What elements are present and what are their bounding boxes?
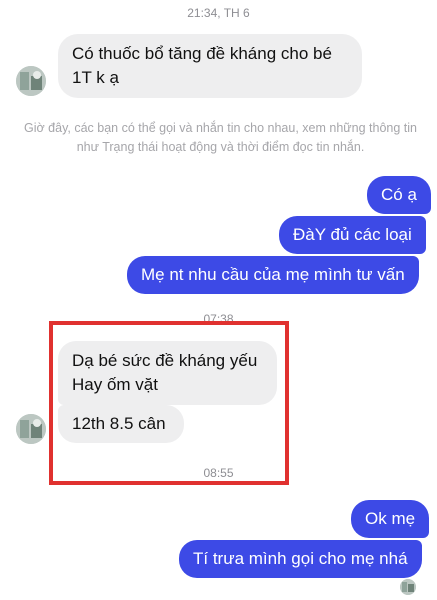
avatar-photo-icon <box>16 414 46 444</box>
outgoing-message[interactable]: Mẹ nt nhu cầu của mẹ mình tư vấn <box>127 256 419 294</box>
outgoing-message[interactable]: ĐàY đủ các loại <box>279 216 426 254</box>
contact-avatar[interactable] <box>16 66 46 96</box>
chat-info-notice: Giờ đây, các bạn có thể gọi và nhắn tin … <box>24 121 417 154</box>
outgoing-message[interactable]: Ok mẹ <box>351 500 430 538</box>
avatar-photo-icon <box>16 66 46 96</box>
read-receipt-icon <box>400 579 416 595</box>
contact-avatar[interactable] <box>16 414 46 444</box>
outgoing-message[interactable]: Có ạ <box>367 176 431 214</box>
highlight-box <box>49 321 289 485</box>
read-receipt-avatar <box>400 579 416 595</box>
outgoing-message[interactable]: Tí trưa mình gọi cho mẹ nhá <box>179 540 422 578</box>
chat-timestamp: 21:34, TH 6 <box>187 6 250 20</box>
incoming-message[interactable]: Có thuốc bổ tăng đề kháng cho bé 1T k ạ <box>58 34 362 98</box>
